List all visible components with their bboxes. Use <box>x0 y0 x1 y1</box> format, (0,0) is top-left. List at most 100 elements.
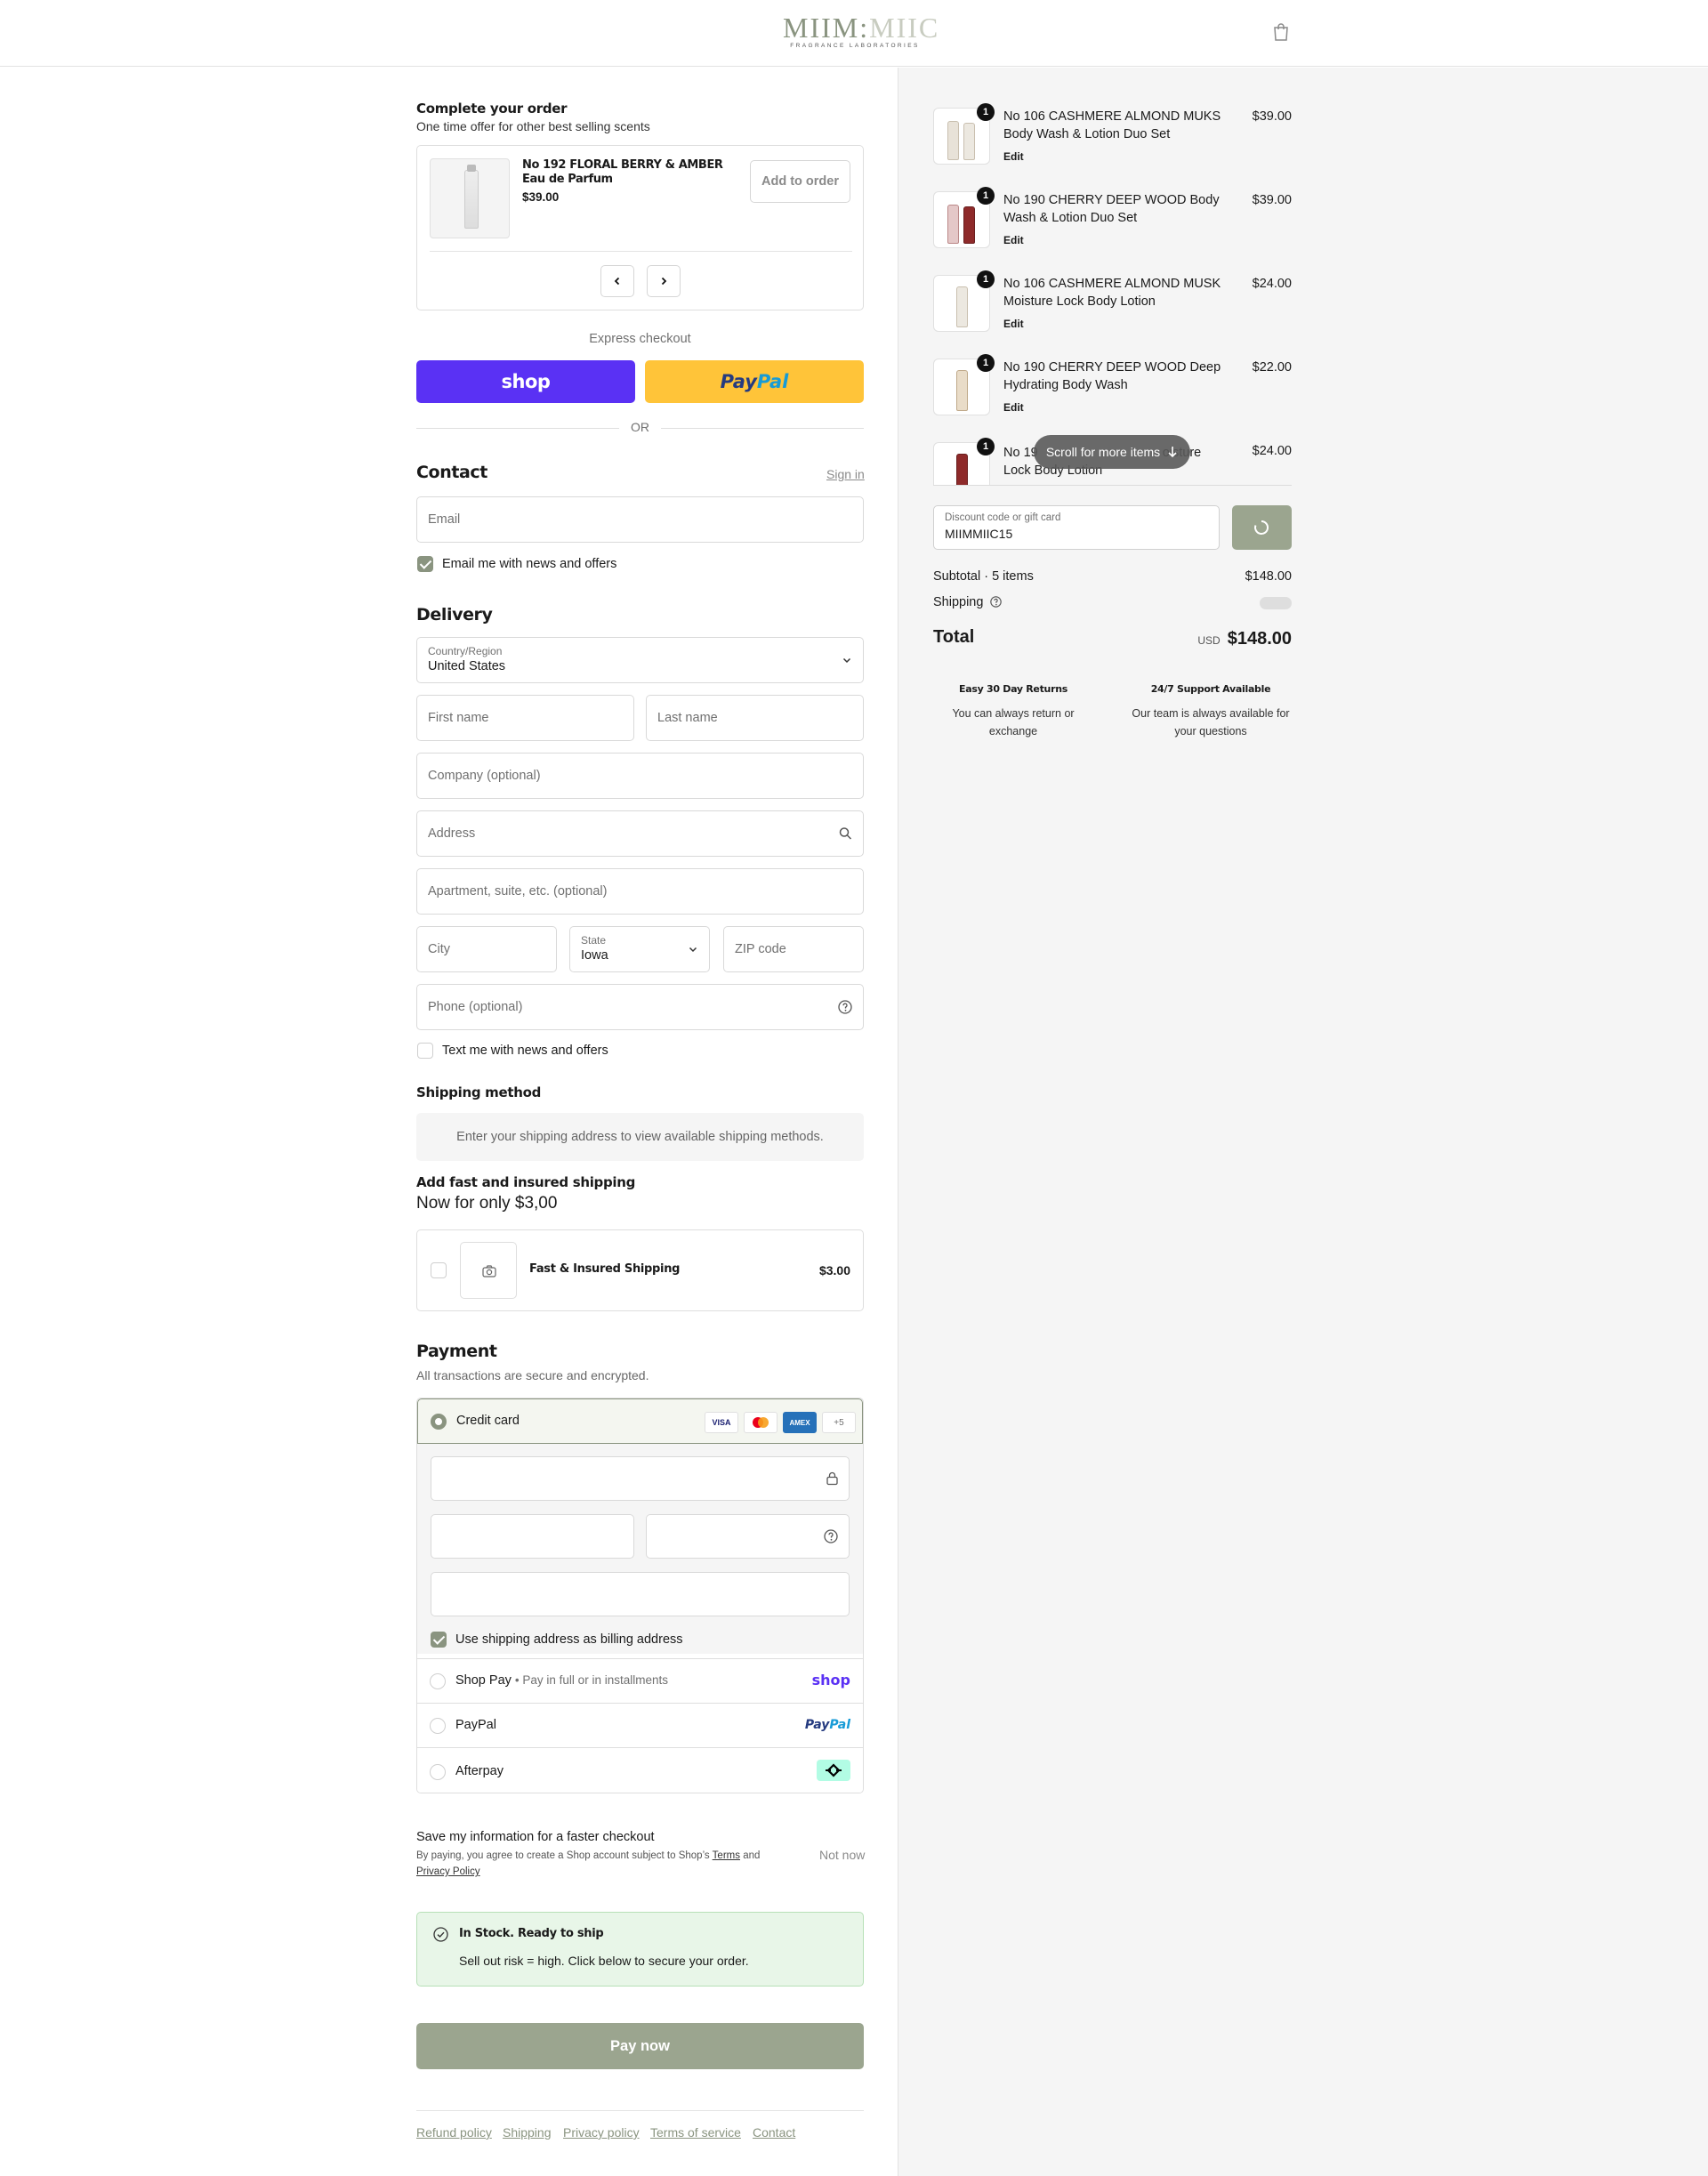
text-news-label: Text me with news and offers <box>442 1044 608 1058</box>
state-select[interactable]: State Iowa <box>569 926 710 972</box>
apply-discount-button[interactable] <box>1232 505 1292 550</box>
paypal-option[interactable]: PayPal PayPal <box>417 1703 863 1747</box>
company-field[interactable]: Company (optional) <box>416 753 864 799</box>
shop-pay-button[interactable]: shop <box>416 360 635 403</box>
header: MIIM:MIIC FRAGRANCE LABORATORIES <box>0 0 1708 67</box>
footer-contact[interactable]: Contact <box>753 2125 795 2140</box>
not-now-button[interactable]: Not now <box>819 1848 865 1862</box>
paypal-button[interactable]: Pay Pal <box>645 360 864 403</box>
save-info-terms: By paying, you agree to create a Shop ac… <box>416 1848 772 1880</box>
text-news-checkbox[interactable] <box>417 1043 433 1059</box>
stock-title: In Stock. Ready to ship <box>459 1927 604 1940</box>
cart-item-name: No 190 CHERRY DEEP WOOD Body Wash & Loti… <box>1003 193 1220 225</box>
afterpay-option[interactable]: Afterpay <box>417 1747 863 1793</box>
logo-subtitle: FRAGRANCE LABORATORIES <box>790 43 920 49</box>
express-checkout-label: Express checkout <box>589 332 691 346</box>
help-icon[interactable] <box>990 596 1003 608</box>
expiration-field[interactable] <box>431 1514 634 1559</box>
email-news-checkbox[interactable] <box>417 556 433 572</box>
phone-placeholder: Phone (optional) <box>428 1000 523 1014</box>
help-icon[interactable] <box>838 1000 852 1014</box>
footer-shipping[interactable]: Shipping <box>503 2125 552 2140</box>
zip-field[interactable]: ZIP code <box>723 926 864 972</box>
terms-prefix: By paying, you agree to create a Shop ac… <box>416 1850 710 1861</box>
cart-item-edit-link[interactable]: Edit <box>1003 234 1024 246</box>
email-field[interactable]: Email <box>416 496 864 543</box>
country-select[interactable]: Country/Region United States <box>416 637 864 683</box>
upsell-title: Complete your order <box>416 101 568 117</box>
city-field[interactable]: City <box>416 926 557 972</box>
help-icon[interactable] <box>824 1529 838 1543</box>
perk-support-title: 24/7 Support Available <box>1150 683 1271 695</box>
previous-button[interactable] <box>600 265 634 297</box>
shipping-method-heading: Shipping method <box>416 1084 542 1100</box>
last-name-field[interactable]: Last name <box>646 695 864 741</box>
mastercard-icon <box>744 1412 777 1433</box>
afterpay-radio[interactable] <box>430 1764 446 1780</box>
chevron-left-icon <box>614 277 620 286</box>
upsell-product-price: $39.00 <box>522 190 560 204</box>
first-name-field[interactable]: First name <box>416 695 634 741</box>
scroll-more-hint[interactable]: Scroll for more items <box>1034 435 1190 469</box>
credit-card-radio[interactable] <box>431 1414 447 1430</box>
cart-item-price: $24.00 <box>1252 277 1292 291</box>
search-icon <box>839 827 852 840</box>
upsell-subtitle: One time offer for other best selling sc… <box>416 119 650 133</box>
shipping-label: Shipping <box>933 595 984 609</box>
address-field[interactable]: Address <box>416 810 864 857</box>
save-info-title: Save my information for a faster checkou… <box>416 1830 655 1844</box>
phone-field[interactable]: Phone (optional) <box>416 984 864 1030</box>
camera-icon <box>482 1265 496 1277</box>
upsell-divider <box>430 251 852 252</box>
security-code-field[interactable] <box>646 1514 850 1559</box>
discount-code-field[interactable]: Discount code or gift card MIIMMIIC15 <box>933 505 1220 550</box>
pay-now-button[interactable]: Pay now <box>416 2023 864 2069</box>
shopping-bag-icon[interactable] <box>1272 22 1290 42</box>
chevron-down-icon <box>842 657 851 664</box>
arrow-down-icon <box>1168 447 1177 458</box>
brand-logo[interactable]: MIIM:MIIC FRAGRANCE LABORATORIES <box>783 13 938 49</box>
insured-shipping-checkbox[interactable] <box>431 1262 447 1278</box>
perk-support-text: Our team is always available for your qu… <box>1132 707 1290 737</box>
cart-list-divider <box>933 485 1292 486</box>
cart-item-quantity: 1 <box>977 354 995 372</box>
loading-spinner-icon <box>1254 520 1269 535</box>
more-cards-badge: +5 <box>822 1412 856 1433</box>
add-to-order-button[interactable]: Add to order <box>750 160 850 203</box>
cart-item-edit-link[interactable]: Edit <box>1003 150 1024 163</box>
cart-item-price: $39.00 <box>1252 109 1292 124</box>
apartment-field[interactable]: Apartment, suite, etc. (optional) <box>416 868 864 915</box>
afterpay-label: Afterpay <box>455 1764 504 1778</box>
insured-shipping-label: Fast & Insured Shipping <box>529 1262 681 1276</box>
perk-returns-title: Easy 30 Day Returns <box>959 683 1068 695</box>
country-value: United States <box>428 659 506 673</box>
terms-and: and <box>743 1850 761 1861</box>
afterpay-icon <box>826 1763 842 1777</box>
billing-address-checkbox[interactable] <box>431 1632 447 1648</box>
shipping-value-placeholder <box>1260 597 1292 609</box>
upsell-card: No 192 FLORAL BERRY & AMBER Eau de Parfu… <box>416 145 864 310</box>
privacy-policy-link[interactable]: Privacy Policy <box>416 1866 480 1877</box>
shipping-row: Shipping <box>933 594 1292 609</box>
stock-notice: In Stock. Ready to ship Sell out risk = … <box>416 1912 864 1987</box>
name-on-card-field[interactable] <box>431 1572 850 1616</box>
discount-code-label: Discount code or gift card <box>945 512 1061 523</box>
shop-pay-option[interactable]: Shop Pay • Pay in full or in installment… <box>417 1658 863 1703</box>
footer-privacy-policy[interactable]: Privacy policy <box>563 2125 640 2140</box>
cart-item-edit-link[interactable]: Edit <box>1003 318 1024 330</box>
sign-in-link[interactable]: Sign in <box>826 467 865 481</box>
insured-shipping-option[interactable]: Fast & Insured Shipping $3.00 <box>416 1229 864 1311</box>
cart-item-price: $39.00 <box>1252 193 1292 207</box>
credit-card-option[interactable]: Credit card VISA AMEX +5 <box>417 1398 863 1444</box>
zip-placeholder: ZIP code <box>735 942 786 956</box>
subtotal-row: Subtotal · 5 items $148.00 <box>933 569 1292 584</box>
paypal-radio[interactable] <box>430 1718 446 1734</box>
terms-link[interactable]: Terms <box>713 1850 740 1861</box>
cart-item-edit-link[interactable]: Edit <box>1003 401 1024 414</box>
card-number-field[interactable] <box>431 1456 850 1501</box>
next-button[interactable] <box>647 265 681 297</box>
footer-terms-of-service[interactable]: Terms of service <box>650 2125 741 2140</box>
subtotal-value: $148.00 <box>1245 569 1292 584</box>
footer-refund-policy[interactable]: Refund policy <box>416 2125 492 2140</box>
shop-pay-radio[interactable] <box>430 1673 446 1689</box>
